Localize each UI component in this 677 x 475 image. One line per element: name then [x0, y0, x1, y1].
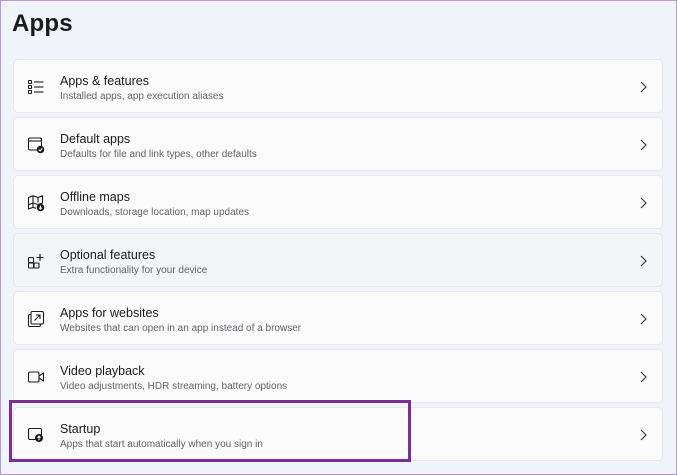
item-description: Downloads, storage location, map updates [60, 207, 250, 218]
chevron-right-icon [638, 370, 648, 384]
chevron-right-icon [638, 80, 648, 94]
settings-item-offline-maps[interactable]: Offline maps Downloads, storage location… [13, 175, 663, 229]
item-title: Default apps [60, 132, 131, 146]
map-icon [27, 194, 45, 212]
item-description: Installed apps, app execution aliases [60, 91, 224, 102]
item-title: Video playback [60, 364, 145, 378]
startup-icon [27, 426, 45, 444]
settings-item-startup[interactable]: Startup Apps that start automatically wh… [13, 407, 663, 461]
default-apps-icon [27, 136, 45, 154]
item-title: Offline maps [60, 190, 130, 204]
apps-list-icon [27, 78, 45, 96]
video-icon [27, 368, 45, 386]
settings-item-apps-features[interactable]: Apps & features Installed apps, app exec… [13, 59, 663, 113]
item-description: Websites that can open in an app instead… [60, 323, 302, 334]
item-title: Startup [60, 422, 101, 436]
item-description: Apps that start automatically when you s… [60, 439, 263, 450]
chevron-right-icon [638, 138, 648, 152]
chevron-right-icon [638, 312, 648, 326]
settings-item-default-apps[interactable]: Default apps Defaults for file and link … [13, 117, 663, 171]
item-title: Apps for websites [60, 306, 159, 320]
item-title: Apps & features [60, 74, 149, 88]
settings-item-optional-features[interactable]: Optional features Extra functionality fo… [13, 233, 663, 287]
item-description: Extra functionality for your device [60, 265, 208, 276]
item-title: Optional features [60, 248, 156, 262]
settings-item-apps-for-websites[interactable]: Apps for websites Websites that can open… [13, 291, 663, 345]
chevron-right-icon [638, 254, 648, 268]
settings-item-video-playback[interactable]: Video playback Video adjustments, HDR st… [13, 349, 663, 403]
page-title: Apps [12, 10, 73, 37]
optional-features-icon [27, 252, 45, 270]
item-description: Video adjustments, HDR streaming, batter… [60, 381, 288, 392]
chevron-right-icon [638, 428, 648, 442]
chevron-right-icon [638, 196, 648, 210]
settings-list: Apps & features Installed apps, app exec… [13, 59, 663, 465]
open-link-icon [27, 310, 45, 328]
item-description: Defaults for file and link types, other … [60, 149, 257, 160]
